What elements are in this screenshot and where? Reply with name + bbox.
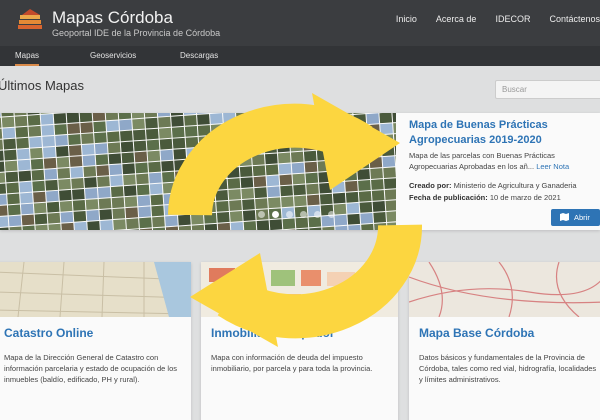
map-icon (560, 213, 569, 221)
page-title: Últimos Mapas (0, 78, 84, 93)
refresh-arrows-icon[interactable] (150, 75, 440, 370)
brand-subtitle: Geoportal IDE de la Provincia de Córdoba (52, 28, 221, 38)
search-input[interactable]: Buscar (495, 80, 600, 99)
date-value: 10 de marzo de 2021 (489, 193, 561, 202)
open-button[interactable]: Abrir (551, 209, 600, 226)
tab-descargas[interactable]: Descargas (180, 51, 218, 60)
section-tabs: Mapas Geoservicios Descargas (0, 46, 600, 66)
site-header: Mapas Córdoba Geoportal IDE de la Provin… (0, 0, 600, 46)
nav-contactenos[interactable]: Contáctenos (549, 14, 600, 24)
open-button-label: Abrir (574, 213, 590, 222)
card-title[interactable]: Catastro Online (4, 326, 93, 340)
nav-acerca-de[interactable]: Acerca de (436, 14, 477, 24)
read-more-link[interactable]: Leer Nota (536, 162, 569, 171)
nav-idecor[interactable]: IDECOR (495, 14, 530, 24)
tab-geoservicios[interactable]: Geoservicios (90, 51, 136, 60)
book-stack-logo[interactable] (16, 7, 46, 37)
top-navigation: Inicio Acerca de IDECOR Contáctenos (377, 14, 600, 24)
author-value: Ministerio de Agricultura y Ganaderia (453, 181, 577, 190)
card-description: Datos básicos y fundamentales de la Prov… (419, 353, 597, 384)
tab-mapas[interactable]: Mapas (15, 51, 40, 66)
brand-title[interactable]: Mapas Córdoba (52, 8, 173, 28)
nav-inicio[interactable]: Inicio (396, 14, 417, 24)
